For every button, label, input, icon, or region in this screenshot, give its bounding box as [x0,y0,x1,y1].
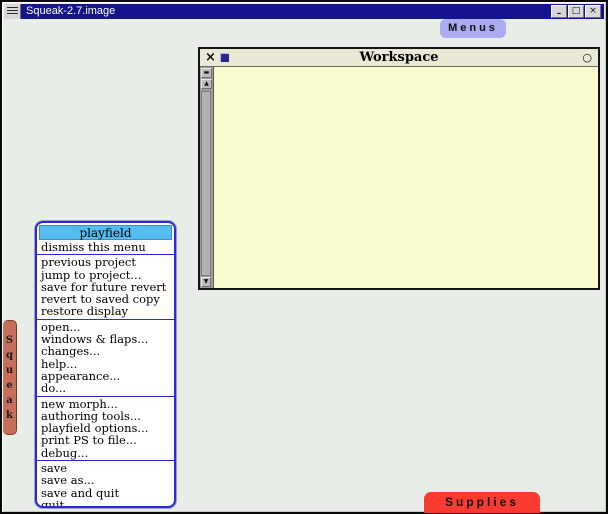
menu-item-debug[interactable]: debug... [37,447,174,459]
squeak-tab-letter: S [6,333,13,348]
app-title: Squeak-2.7.image [21,4,551,19]
app-window: Squeak-2.7.image – □ × Menus Squeak Supp… [0,0,608,514]
scrollbar-down-button[interactable]: ▼ [201,277,211,287]
close-button[interactable]: × [585,5,601,18]
workspace-text-area[interactable] [215,67,598,288]
maximize-icon: □ [572,6,581,16]
scroll-down-icon: ▼ [204,278,209,285]
menu-item-dismiss-this-menu[interactable]: dismiss this menu [37,241,174,253]
menu-item-changes[interactable]: changes... [37,345,174,357]
workspace-close-icon[interactable]: × [200,50,220,66]
playfield-menu-items: dismiss this menuprevious projectjump to… [37,241,174,508]
system-menu-button[interactable] [4,4,21,19]
workspace-body: ▬ ▲ ▼ [200,67,598,288]
scrollbar-menu-icon: ▬ [204,69,210,76]
squeak-tab-letter: k [6,408,13,423]
scrollbar-menu-button[interactable]: ▬ [201,68,212,78]
close-icon: × [589,6,597,16]
minimize-button[interactable]: – [551,5,567,18]
scrollbar-up-button[interactable]: ▲ [201,79,212,89]
supplies-flap-tab[interactable]: Supplies [424,492,540,513]
menu-item-new-morph[interactable]: new morph... [37,398,174,410]
menu-item-save-as[interactable]: save as... [37,474,174,486]
playfield-menu-title[interactable]: playfield [39,225,172,240]
squeak-flap-tab[interactable]: Squeak [3,320,17,435]
minimize-icon: – [552,9,566,20]
squeak-tab-letter: e [6,378,12,393]
menu-item-quit[interactable]: quit [37,499,174,508]
maximize-button[interactable]: □ [568,5,584,18]
menu-item-restore-display[interactable]: restore display [37,305,174,317]
hamburger-icon [7,7,18,16]
scrollbar-thumb[interactable] [201,91,211,276]
workspace-window: × Workspace ○ ▬ ▲ ▼ [198,47,600,290]
workspace-scrollbar[interactable]: ▬ ▲ ▼ [200,67,214,288]
workspace-menu-icon[interactable] [220,53,229,62]
menus-flap-tab[interactable]: Menus [440,19,506,38]
menu-item-previous-project[interactable]: previous project [37,256,174,268]
workspace-title: Workspace [200,49,598,67]
squeak-tab-letter: q [6,348,13,363]
squeak-tab-letter: u [6,363,13,378]
playfield-menu: playfield dismiss this menu previous proj… [35,221,176,508]
app-titlebar: Squeak-2.7.image – □ × [4,4,604,19]
menu-item-print-ps-to-file[interactable]: print PS to file... [37,434,174,446]
window-controls: – □ × [551,4,604,19]
menu-item-do[interactable]: do... [37,382,174,394]
workspace-collapse-icon[interactable]: ○ [582,50,598,66]
scroll-up-icon: ▲ [204,80,209,87]
squeak-tab-letter: a [6,393,12,408]
workspace-titlebar[interactable]: × Workspace ○ [200,49,598,67]
